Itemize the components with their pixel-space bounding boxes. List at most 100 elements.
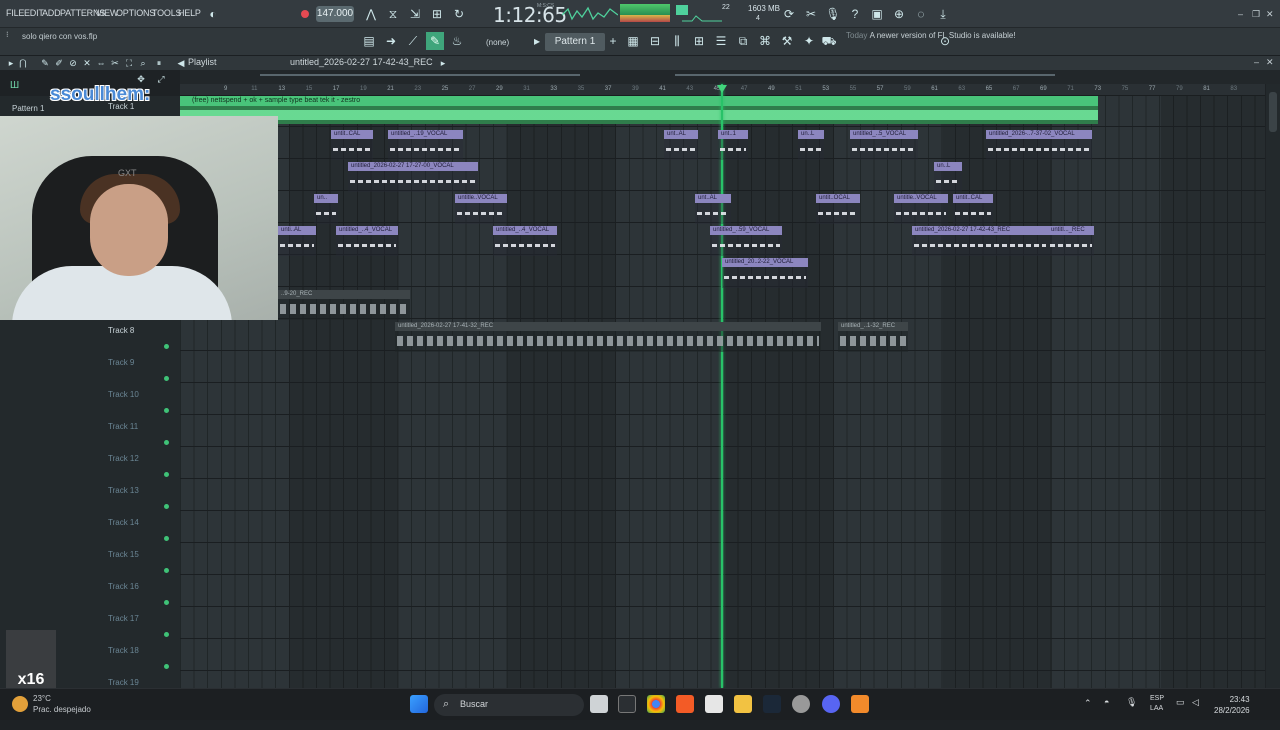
track-enable-led[interactable] — [164, 472, 169, 477]
taskbar-search[interactable]: ⌕ Buscar — [434, 694, 584, 716]
audio-clip[interactable]: untitled_..59_VOCAL — [710, 226, 782, 256]
scrollbar-thumb[interactable] — [1269, 92, 1277, 132]
audio-clip[interactable]: untitled_..19_VOCAL — [388, 130, 463, 160]
audio-clip[interactable]: untitled_..1-32_REC — [838, 322, 908, 352]
mixer-icon[interactable]: ⫼ — [668, 32, 686, 50]
overview-zoom-icon[interactable]: ⤢ — [152, 70, 170, 88]
audio-clip[interactable]: un.. — [314, 194, 338, 224]
track-enable-led[interactable] — [164, 504, 169, 509]
countdown-icon[interactable]: ⇲ — [406, 5, 424, 23]
wait-input-icon[interactable]: ⧖ — [384, 5, 402, 23]
playhead-marker[interactable] — [717, 85, 727, 93]
playlist-minimize-icon[interactable]: – — [1254, 57, 1259, 67]
steam-icon[interactable] — [763, 695, 781, 713]
refresh-icon[interactable]: ⟳ — [780, 5, 798, 23]
audio-clip[interactable]: untitle..VOCAL — [455, 194, 507, 224]
fl-studio-icon[interactable] — [851, 695, 869, 713]
play-step-icon[interactable]: ➜ — [382, 32, 400, 50]
menu-options[interactable]: OPTIONS — [116, 8, 155, 18]
audio-clip[interactable]: un..L — [934, 162, 962, 192]
audio-clip[interactable]: unt..1 — [718, 130, 748, 160]
playhead-line[interactable] — [721, 84, 723, 688]
project-icon[interactable]: ☰ — [712, 32, 730, 50]
download-icon[interactable]: ⤓ — [934, 5, 952, 23]
audio-clip[interactable]: untit..OCAL — [816, 194, 860, 224]
network-icon[interactable]: ▭ — [1176, 697, 1185, 708]
audio-clip[interactable]: unt..AL — [695, 194, 731, 224]
track-name[interactable]: Track 13 — [108, 486, 139, 495]
panic-icon[interactable]: ✂ — [802, 5, 820, 23]
audio-clip[interactable]: unt..AL — [664, 130, 698, 160]
obs-icon[interactable] — [792, 695, 810, 713]
audio-clip[interactable]: untitled_..4_VOCAL — [336, 226, 398, 256]
brush-icon[interactable]: ⟋ — [404, 32, 422, 50]
record-button[interactable] — [301, 10, 309, 18]
step-edit-icon[interactable]: ⊞ — [428, 5, 446, 23]
track-name[interactable]: Track 17 — [108, 614, 139, 623]
menu-edit[interactable]: EDIT — [24, 8, 44, 18]
snap-icon[interactable]: ♨ — [448, 32, 466, 50]
playlist-icon[interactable]: ▦ — [624, 32, 642, 50]
time-display[interactable]: 1:12:65 — [493, 3, 567, 27]
loop-record-icon[interactable]: ↻ — [450, 5, 468, 23]
snap-selector[interactable]: (none) — [486, 38, 509, 47]
picker-pattern-label[interactable]: Pattern 1 — [12, 104, 44, 113]
task-view-icon[interactable] — [590, 695, 608, 713]
tray-discord-icon[interactable]: ◓ — [1104, 697, 1109, 707]
playlist-tab[interactable]: Playlist — [188, 57, 217, 67]
menu-help[interactable]: HELP — [178, 8, 201, 18]
track-name[interactable]: Track 14 — [108, 518, 139, 527]
track-name[interactable]: Track 19 — [108, 678, 139, 687]
track-enable-led[interactable] — [164, 440, 169, 445]
audio-clip[interactable]: untitled_2026-02-27 17-41-32_REC — [395, 322, 821, 352]
playlist-close-icon[interactable]: ✕ — [1266, 57, 1274, 68]
audio-clip[interactable]: untitled_20..2-22_VOCAL — [722, 258, 808, 288]
file-explorer-icon[interactable] — [734, 695, 752, 713]
audio-clip[interactable]: untitled_2026-..7-37-02_VOCAL — [986, 130, 1092, 160]
track-name[interactable]: Track 12 — [108, 454, 139, 463]
windows-start-icon[interactable] — [410, 695, 428, 713]
beat-audio-clip[interactable]: (free) nettspend + ok + sample type beat… — [180, 96, 1098, 126]
menu-file[interactable]: FILE — [6, 8, 24, 18]
weather-widget[interactable]: 23°C Prac. despejado — [33, 693, 91, 715]
tray-clock[interactable]: 23:43 28/2/2026 — [1214, 694, 1250, 716]
plugin-picker-icon[interactable]: ⧉ — [734, 32, 752, 50]
track-enable-led[interactable] — [164, 536, 169, 541]
pattern-picker-icon[interactable]: Ш — [10, 80, 19, 91]
wrench-icon[interactable]: ⚒ — [778, 32, 796, 50]
track-enable-led[interactable] — [164, 344, 169, 349]
language-indicator[interactable]: ESP LAA — [1150, 694, 1164, 714]
minimize-icon[interactable]: – — [1238, 9, 1243, 19]
track-name[interactable]: Track 11 — [108, 422, 138, 431]
store-icon[interactable] — [705, 695, 723, 713]
help-icon[interactable]: ? — [846, 5, 864, 23]
audio-clip[interactable]: ..9-20_REC — [278, 290, 410, 320]
audio-clip[interactable]: untitled_2026-02-27 17-42-43_REC — [912, 226, 1048, 256]
track-enable-led[interactable] — [164, 632, 169, 637]
menu-tools[interactable]: TOOLS — [152, 8, 182, 18]
brave-icon[interactable] — [676, 695, 694, 713]
track-enable-led[interactable] — [164, 408, 169, 413]
volume-icon[interactable]: ◁ — [1192, 697, 1199, 708]
menu-add[interactable]: ADD — [42, 8, 61, 18]
epic-games-icon[interactable] — [618, 695, 636, 713]
vertical-scrollbar[interactable] — [1266, 84, 1280, 688]
news-refresh-icon[interactable]: ⊙ — [936, 32, 954, 50]
tempo-display[interactable]: 147.000 — [316, 6, 354, 22]
news-panel[interactable]: Today A newer version of FL Studio is av… — [846, 31, 1016, 41]
pattern-selector[interactable]: Pattern 1 — [545, 33, 605, 51]
track-enable-led[interactable] — [164, 376, 169, 381]
track-name[interactable]: Track 8 — [108, 326, 134, 335]
piano-roll-icon[interactable]: ▤ — [360, 32, 378, 50]
track-name[interactable]: Track 18 — [108, 646, 139, 655]
touch-keyboard-icon[interactable]: ⌘ — [756, 32, 774, 50]
magnet-icon[interactable]: ⋂ — [14, 54, 32, 72]
restore-icon[interactable]: ❐ — [1252, 9, 1260, 20]
draw-tool-icon[interactable]: ✎ — [426, 32, 444, 50]
magic-icon[interactable]: ✦ — [800, 32, 818, 50]
chrome-icon[interactable] — [647, 695, 665, 713]
playlist-overview-scroll[interactable] — [180, 70, 1280, 84]
cart-icon[interactable]: ⛟ — [820, 32, 838, 50]
tray-chevron-icon[interactable]: ⌃ — [1084, 698, 1092, 709]
track-enable-led[interactable] — [164, 664, 169, 669]
